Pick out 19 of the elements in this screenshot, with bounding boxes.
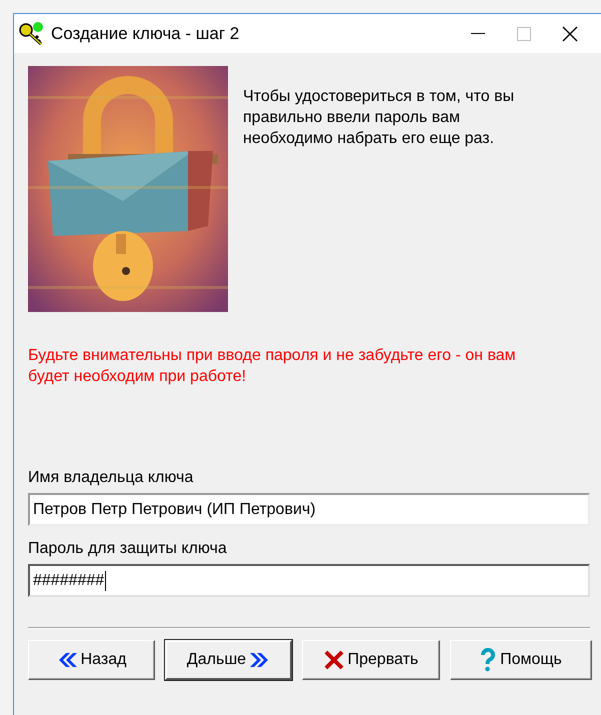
close-icon: [562, 26, 578, 42]
field-label: Имя владельца ключа: [28, 469, 194, 487]
instruction-text: Чтобы удостовериться в том, что вы правильно ввели пароль вам необходимо набрать его еще раз.: [243, 87, 516, 149]
double-chevron-right-icon: [250, 652, 270, 668]
window-title: Создание ключа - шаг 2: [51, 24, 240, 44]
cross-icon: [324, 650, 344, 670]
cancel-button[interactable]: Прервать: [302, 640, 440, 680]
key-icon: [19, 22, 45, 46]
next-button[interactable]: Дальше: [165, 640, 292, 680]
question-mark-icon: [480, 648, 496, 672]
input-field[interactable]: Петров Петр Петрович (ИП Петрович): [28, 493, 590, 526]
field-label: Пароль для защиты ключа: [28, 540, 228, 558]
help-button[interactable]: Помощь: [450, 640, 592, 680]
input-field[interactable]: ########: [28, 564, 590, 597]
back-button[interactable]: Назад: [28, 640, 155, 680]
minimize-icon: [471, 32, 485, 34]
warning-text: Будьте внимательны при вводе пароля и не забудьте его - он вам будет необходим при работе!: [28, 346, 517, 387]
double-chevron-left-icon: [56, 652, 77, 668]
maximize-icon: [517, 26, 531, 40]
